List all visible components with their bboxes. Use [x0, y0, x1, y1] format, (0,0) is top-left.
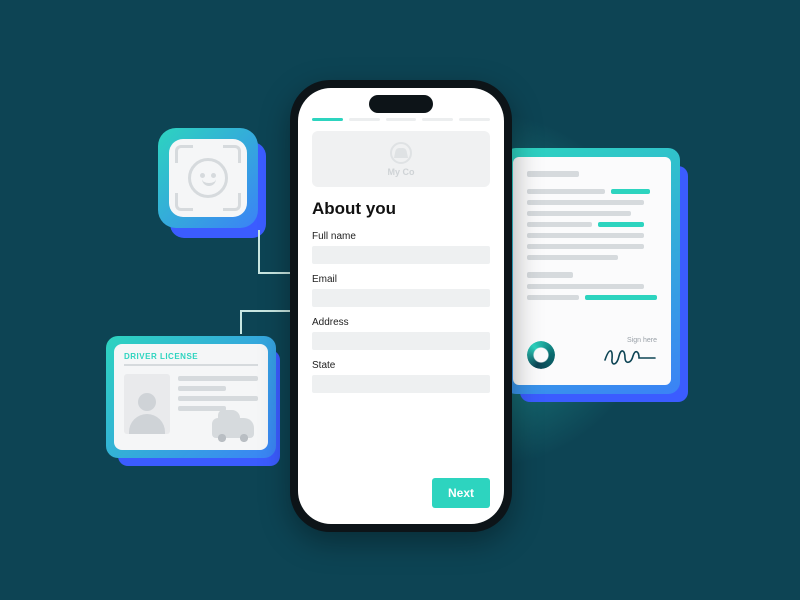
field-label: Address — [312, 317, 490, 328]
next-button[interactable]: Next — [432, 478, 490, 508]
connector-line — [258, 230, 260, 272]
field-label: Email — [312, 274, 490, 285]
progress-steps — [312, 118, 490, 121]
face-scan-icon — [188, 158, 228, 198]
progress-step — [422, 118, 453, 121]
doc-line — [527, 272, 573, 278]
field-address: Address — [312, 317, 490, 350]
progress-step — [349, 118, 380, 121]
connector-line — [240, 310, 292, 312]
phone-screen: My Co About you Full name Email Address … — [298, 88, 504, 524]
doc-line — [527, 233, 644, 238]
progress-step — [386, 118, 417, 121]
face-scan-inner — [169, 139, 247, 217]
state-input[interactable] — [312, 375, 490, 393]
id-photo-placeholder-icon — [124, 374, 170, 434]
field-label: State — [312, 360, 490, 371]
doc-line — [527, 255, 618, 260]
doc-line — [527, 244, 644, 249]
brand-name: My Co — [388, 167, 415, 177]
phone-notch — [369, 95, 433, 113]
doc-line — [527, 211, 631, 216]
doc-line — [527, 200, 644, 205]
corner-bracket-icon — [223, 145, 241, 163]
document-card: Sign here — [504, 148, 680, 394]
car-icon — [212, 418, 254, 438]
myco-logo-icon — [390, 142, 412, 164]
signature-label: Sign here — [603, 337, 657, 344]
field-email: Email — [312, 274, 490, 307]
ring-stamp-icon — [527, 341, 555, 369]
corner-bracket-icon — [175, 193, 193, 211]
doc-line — [527, 171, 579, 177]
progress-step — [459, 118, 490, 121]
corner-bracket-icon — [175, 145, 193, 163]
connector-line — [240, 310, 242, 334]
signature-box: Sign here — [603, 337, 657, 373]
connector-line — [258, 272, 292, 274]
driver-license-title: DRIVER LICENSE — [124, 352, 258, 361]
face-scan-card — [158, 128, 258, 228]
phone-frame: My Co About you Full name Email Address … — [290, 80, 512, 532]
field-full-name: Full name — [312, 231, 490, 264]
page-title: About you — [312, 199, 490, 219]
field-state: State — [312, 360, 490, 393]
email-input[interactable] — [312, 289, 490, 307]
corner-bracket-icon — [223, 193, 241, 211]
divider — [124, 364, 258, 366]
driver-license-card: DRIVER LICENSE — [106, 336, 276, 458]
field-label: Full name — [312, 231, 490, 242]
full-name-input[interactable] — [312, 246, 490, 264]
brand-banner: My Co — [312, 131, 490, 187]
progress-step — [312, 118, 343, 121]
signature-icon — [603, 346, 657, 368]
address-input[interactable] — [312, 332, 490, 350]
